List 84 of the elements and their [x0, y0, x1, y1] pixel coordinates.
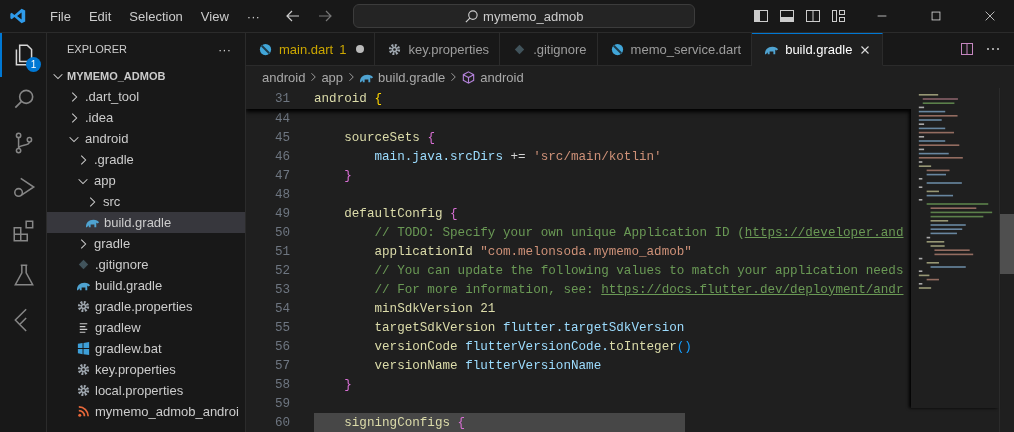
line-number: 50	[273, 225, 291, 240]
notification-badge: 1	[26, 57, 41, 72]
tree-item[interactable]: gradlew	[47, 317, 245, 338]
code-line: // You can update the following values to match your application needs	[373, 263, 904, 278]
tree-item[interactable]: .idea	[47, 107, 245, 128]
code-line: }	[343, 168, 352, 183]
file-name: .gitignore	[95, 257, 149, 272]
line-number: 58	[273, 377, 291, 392]
project-section-header[interactable]: MYMEMO_ADMOB	[47, 65, 245, 86]
menu-item[interactable]: File	[41, 8, 80, 24]
editor-tab[interactable]: memo_service.dart	[597, 33, 753, 66]
editor-tab[interactable]: key.properties	[375, 33, 501, 66]
tree-item[interactable]: src	[47, 191, 245, 212]
line-number: 56	[273, 339, 291, 354]
tree-item[interactable]: gradle	[47, 233, 245, 254]
tree-item[interactable]: build.gradle	[47, 212, 245, 233]
file-name: local.properties	[95, 383, 184, 398]
line-number: 46	[273, 149, 291, 164]
tree-item[interactable]: local.properties	[47, 380, 245, 401]
code-line: sourceSets {	[343, 130, 435, 145]
file-name: .dart_tool	[85, 89, 140, 104]
line-number: 45	[273, 130, 291, 145]
file-name: src	[103, 194, 121, 209]
line-number: 53	[273, 282, 291, 297]
breadcrumb-item[interactable]: android	[262, 69, 306, 85]
code-line: versionCode flutterVersionCode.toInteger()	[373, 339, 692, 354]
file-name: mymemo_admob_androi	[95, 404, 239, 419]
code-line: // TODO: Specify your own unique Application ID (https://developer.and	[373, 225, 904, 240]
line-number: 60	[273, 415, 291, 430]
file-name: app	[94, 173, 116, 188]
code-line: // For more information, see: https://docs.flutter.dev/deployment/andr	[373, 282, 904, 297]
tree-item[interactable]: mymemo_admob_androi	[47, 401, 245, 422]
menu-item[interactable]: View	[191, 8, 238, 24]
editor-tab[interactable]: .gitignore	[500, 33, 598, 66]
tree-item[interactable]: .dart_tool	[47, 86, 245, 107]
tree-item[interactable]: android	[47, 128, 245, 149]
code-line: versionName flutterVersionName	[373, 358, 602, 373]
editor-tab[interactable]: build.gradle	[752, 33, 884, 66]
file-name: gradle.properties	[95, 299, 193, 314]
file-name: .idea	[85, 110, 114, 125]
line-number: 54	[273, 301, 291, 316]
code-line: signingConfigs {	[343, 415, 466, 430]
line-number: 49	[273, 206, 291, 221]
code-line: applicationId "com.melonsoda.mymemo_admob"	[373, 244, 692, 259]
line-number: 51	[273, 244, 291, 259]
file-name: .gradle	[94, 152, 134, 167]
file-name: gradlew.bat	[95, 341, 162, 356]
code-line: minSdkVersion 21	[373, 301, 496, 316]
tree-item[interactable]: key.properties	[47, 359, 245, 380]
code-line: targetSdkVersion flutter.targetSdkVersion	[373, 320, 685, 335]
menu-item[interactable]: Edit	[79, 8, 121, 24]
file-name: build.gradle	[95, 278, 163, 293]
tree-item[interactable]: gradle.properties	[47, 296, 245, 317]
tree-item[interactable]: gradlew.bat	[47, 338, 245, 359]
more-actions-button[interactable]: ···	[218, 41, 231, 57]
breadcrumb-item[interactable]: app	[321, 69, 344, 85]
file-name: gradlew	[95, 320, 141, 335]
breadcrumb-item[interactable]: build.gradle	[359, 69, 446, 85]
line-number: 47	[273, 168, 291, 183]
command-center[interactable]: mymemo_admob	[352, 4, 695, 28]
tree-item[interactable]: app	[47, 170, 245, 191]
explorer-title: EXPLORER	[67, 43, 127, 55]
file-name: gradle	[94, 236, 131, 251]
tree-item[interactable]: .gitignore	[47, 254, 245, 275]
line-number: 44	[273, 111, 291, 126]
menu-item[interactable]: Selection	[120, 8, 192, 24]
code-line: main.java.srcDirs += 'src/main/kotlin'	[373, 149, 662, 164]
line-number: 59	[273, 396, 291, 411]
code-line: defaultConfig {	[343, 206, 458, 221]
line-number: 52	[273, 263, 291, 278]
line-number: 57	[273, 358, 291, 373]
menu-item[interactable]: ···	[237, 8, 269, 24]
breadcrumb-item[interactable]: android	[461, 69, 524, 85]
line-number: 55	[273, 320, 291, 335]
tree-item[interactable]: .gradle	[47, 149, 245, 170]
tree-item[interactable]: build.gradle	[47, 275, 245, 296]
code-line: android {	[314, 91, 383, 106]
file-name: key.properties	[95, 362, 176, 377]
line-number: 31	[273, 91, 291, 106]
file-name: android	[85, 131, 129, 146]
code-line: }	[343, 377, 352, 392]
file-name: build.gradle	[104, 215, 172, 230]
line-number: 48	[273, 187, 291, 202]
editor-tab[interactable]: main.dart 1	[246, 33, 376, 66]
